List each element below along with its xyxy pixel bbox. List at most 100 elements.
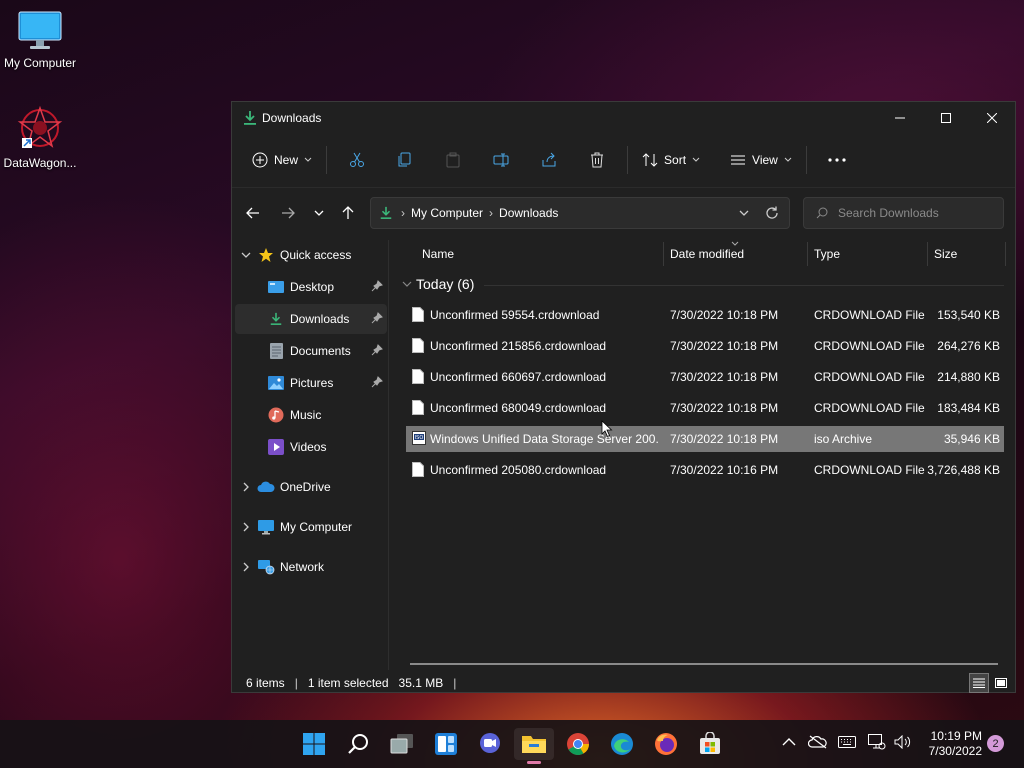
file-size: 264,276 KB — [937, 339, 1000, 353]
start-button[interactable] — [294, 728, 334, 760]
refresh-icon[interactable] — [765, 206, 779, 220]
chevron-up-icon[interactable] — [782, 737, 796, 747]
delete-button[interactable] — [573, 144, 621, 176]
file-name: Unconfirmed 680049.crdownload — [430, 401, 607, 415]
search-box[interactable] — [803, 197, 1004, 229]
nav-item-desktop[interactable]: Desktop — [257, 272, 387, 302]
forward-button[interactable] — [273, 196, 303, 230]
nav-label: Music — [290, 408, 322, 422]
chrome-button[interactable] — [558, 728, 598, 760]
paste-button[interactable] — [429, 144, 477, 176]
task-view-button[interactable] — [382, 728, 422, 760]
sort-button[interactable]: Sort — [634, 144, 708, 176]
file-row[interactable]: Unconfirmed 215856.crdownload 7/30/2022 … — [406, 333, 1004, 359]
selection-count: 1 item selected — [307, 676, 389, 690]
copy-button[interactable] — [381, 144, 429, 176]
nav-item-my-computer[interactable]: My Computer — [235, 512, 387, 542]
close-button[interactable] — [969, 102, 1015, 134]
chevron-right-icon[interactable] — [243, 482, 249, 492]
store-icon — [700, 732, 720, 754]
minimize-button[interactable] — [877, 102, 923, 134]
keyboard-icon[interactable] — [838, 736, 856, 748]
desktop-icon-my-computer[interactable]: My Computer — [0, 8, 80, 70]
group-divider — [484, 285, 1004, 286]
tiles-view-button[interactable] — [991, 673, 1011, 693]
widgets-button[interactable] — [426, 728, 466, 760]
file-row-selected[interactable]: ISO Windows Unified Data Storage Server … — [406, 426, 1004, 452]
column-divider[interactable] — [807, 242, 808, 266]
recent-locations-button[interactable] — [304, 196, 334, 230]
maximize-button[interactable] — [923, 102, 969, 134]
nav-item-documents[interactable]: Documents — [257, 336, 387, 366]
clock[interactable]: 10:19 PM 7/30/2022 — [912, 729, 982, 759]
toolbar-bottom-border — [232, 187, 1015, 188]
up-button[interactable] — [333, 196, 363, 230]
network-status-icon[interactable] — [868, 734, 886, 750]
chevron-right-icon[interactable] — [243, 522, 249, 532]
details-view-icon — [973, 678, 985, 688]
column-header-size[interactable]: Size — [934, 240, 957, 268]
file-row[interactable]: Unconfirmed 680049.crdownload 7/30/2022 … — [406, 395, 1004, 421]
title-bar[interactable]: Downloads — [232, 102, 1015, 134]
share-button[interactable] — [525, 144, 573, 176]
store-button[interactable] — [690, 728, 730, 760]
cut-button[interactable] — [333, 144, 381, 176]
details-view-button[interactable] — [969, 673, 989, 693]
nav-item-onedrive[interactable]: OneDrive — [235, 472, 387, 502]
column-header-type[interactable]: Type — [814, 240, 840, 268]
pin-icon — [371, 312, 383, 324]
nav-quick-access[interactable]: Quick access — [235, 240, 387, 270]
firefox-button[interactable] — [646, 728, 686, 760]
file-size: 153,540 KB — [937, 308, 1000, 322]
column-header-date[interactable]: Date modified — [670, 240, 744, 268]
group-label: Today (6) — [416, 276, 475, 292]
selection-size: 35.1 MB — [398, 676, 444, 690]
nav-item-downloads[interactable]: Downloads — [235, 304, 387, 334]
file-name: Unconfirmed 205080.crdownload — [430, 463, 607, 477]
taskbar-search-button[interactable] — [338, 728, 378, 760]
file-type: iso Archive — [814, 432, 873, 446]
rename-button[interactable] — [477, 144, 525, 176]
file-row[interactable]: Unconfirmed 660697.crdownload 7/30/2022 … — [406, 364, 1004, 390]
column-divider[interactable] — [927, 242, 928, 266]
nav-item-pictures[interactable]: Pictures — [257, 368, 387, 398]
scissors-icon — [350, 152, 365, 167]
nav-label: Quick access — [280, 248, 352, 262]
system-tray — [782, 734, 912, 750]
onedrive-offline-icon[interactable] — [808, 735, 828, 749]
file-row[interactable]: Unconfirmed 59554.crdownload 7/30/2022 1… — [406, 302, 1004, 328]
download-icon — [270, 312, 282, 325]
file-name: Unconfirmed 215856.crdownload — [430, 339, 607, 353]
view-label: View — [752, 153, 778, 167]
edge-button[interactable] — [602, 728, 642, 760]
address-bar[interactable]: › My Computer › Downloads — [370, 197, 790, 229]
chevron-down-icon[interactable] — [241, 252, 251, 258]
column-header-name[interactable]: Name — [422, 240, 454, 268]
desktop-icon-datawagon[interactable]: DataWagon... — [0, 104, 80, 170]
chat-button[interactable] — [470, 728, 510, 760]
nav-item-network[interactable]: Network — [235, 552, 387, 582]
breadcrumb-downloads[interactable]: Downloads — [499, 206, 558, 220]
file-type: CRDOWNLOAD File — [814, 401, 925, 415]
view-button[interactable]: View — [722, 144, 800, 176]
search-input[interactable] — [838, 206, 988, 220]
more-options-button[interactable] — [813, 144, 861, 176]
breadcrumb-my-computer[interactable]: My Computer — [411, 206, 483, 220]
monitor-icon — [18, 11, 62, 49]
column-divider[interactable] — [1005, 242, 1006, 266]
file-row[interactable]: Unconfirmed 205080.crdownload 7/30/2022 … — [406, 457, 1004, 483]
column-divider[interactable] — [663, 242, 664, 266]
chevron-down-icon[interactable] — [739, 206, 749, 220]
back-button[interactable] — [238, 196, 268, 230]
toolbar-divider — [627, 146, 629, 174]
group-header-today[interactable]: Today (6) — [400, 276, 1004, 292]
nav-item-music[interactable]: Music — [257, 400, 387, 430]
new-button[interactable]: New — [244, 144, 320, 176]
nav-item-videos[interactable]: Videos — [257, 432, 387, 462]
file-explorer-taskbar-button[interactable] — [514, 728, 554, 764]
file-list: Name Date modified Type Size Today (6) U… — [400, 240, 1012, 670]
notification-badge[interactable]: 2 — [987, 735, 1004, 752]
horizontal-scrollbar[interactable] — [410, 663, 998, 665]
volume-icon[interactable] — [894, 735, 912, 749]
chevron-right-icon[interactable] — [243, 562, 249, 572]
